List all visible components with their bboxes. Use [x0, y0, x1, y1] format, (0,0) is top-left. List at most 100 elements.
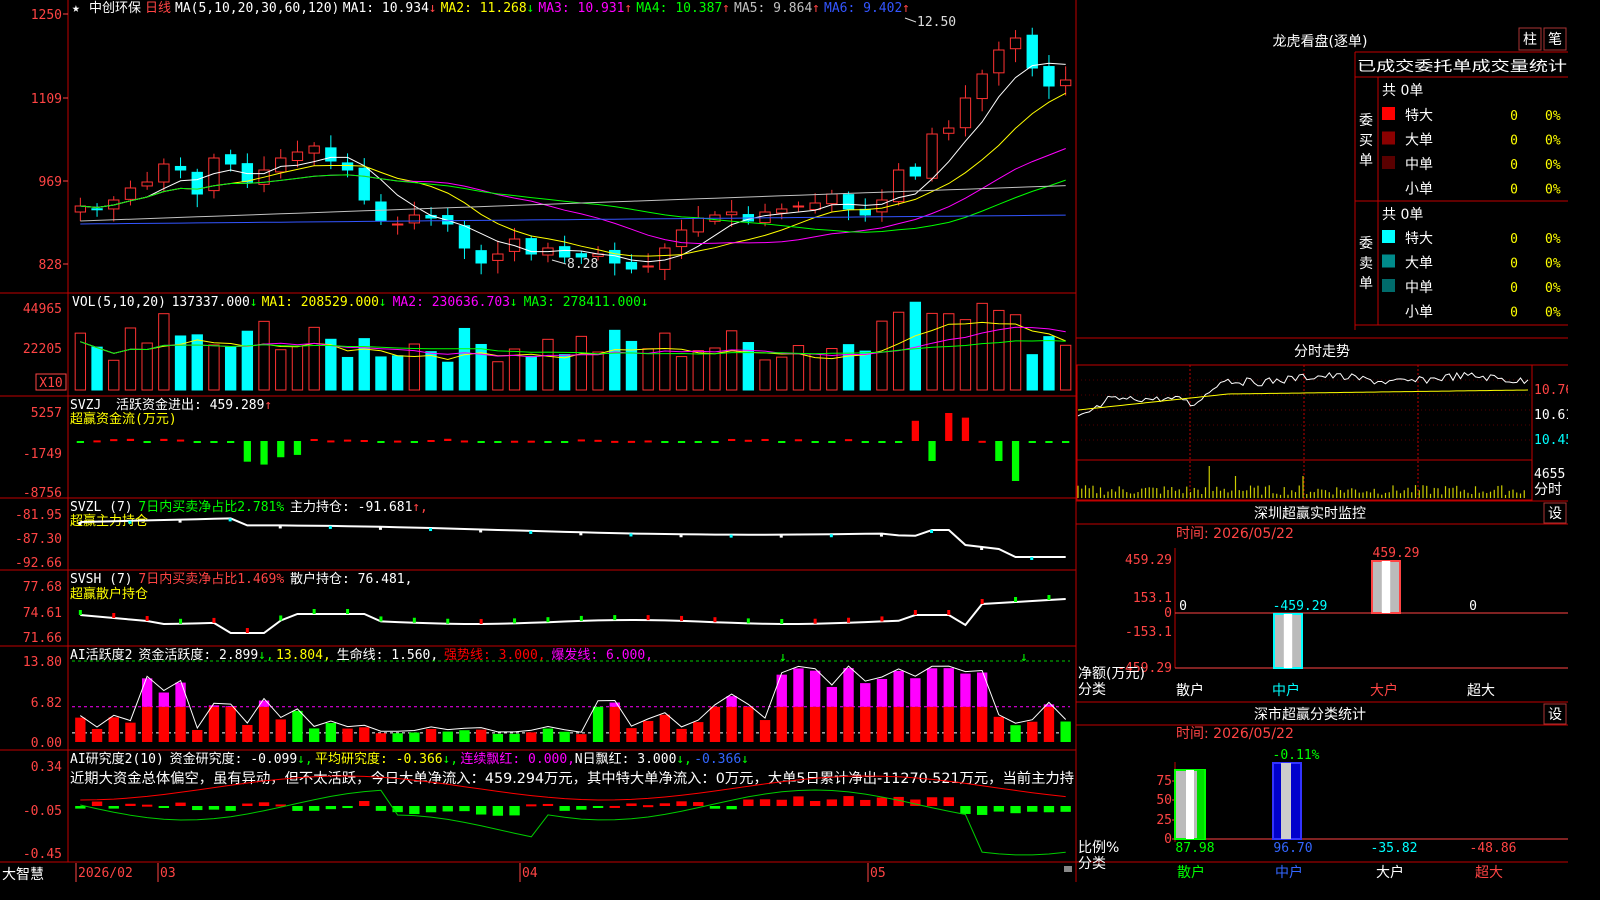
svzl-dot	[378, 526, 382, 530]
svzj-bar	[410, 441, 418, 443]
svsh-marker	[847, 617, 851, 623]
svzj-bar	[210, 441, 218, 443]
ai2-bar	[1043, 806, 1055, 813]
ai2-bar	[809, 800, 821, 806]
svzj-bar	[444, 438, 452, 441]
ai1-bar-magenta	[225, 706, 236, 707]
svsh-marker	[680, 615, 684, 621]
svzl-dot	[679, 534, 683, 538]
ai2-bar	[960, 806, 971, 814]
candle	[458, 225, 471, 249]
candle	[191, 171, 203, 195]
volume-bar	[291, 345, 304, 391]
ai2-bar	[559, 806, 570, 811]
svzj-bar	[327, 440, 335, 443]
volume-bar	[692, 350, 704, 391]
svzj-bars	[76, 413, 1070, 481]
buy-row-name: 特大	[1405, 108, 1433, 124]
chart-canvas[interactable]: 1250 1109 969 828 12.50 8.28 ★ 中创环保 日线 MA(5,10,20…	[0, 0, 1568, 882]
candle	[1009, 37, 1022, 50]
intraday-price-line	[1077, 371, 1529, 417]
candle	[291, 151, 304, 161]
volume-bar	[258, 320, 270, 391]
intraday-vol-label: 4655	[1534, 467, 1565, 482]
ai2-bar	[91, 801, 103, 806]
volume-ma-1: MA1: 208529.000	[262, 295, 379, 310]
buy-row-name: 大单	[1405, 133, 1433, 149]
class-category: 散户	[1177, 864, 1205, 881]
candle	[558, 246, 571, 258]
monitor-axis-label: -153.1	[1125, 625, 1172, 640]
svzl-dot	[278, 525, 282, 529]
ai2-bar	[292, 806, 303, 811]
svzj-bar	[527, 440, 535, 443]
ma-value-2: MA2: 11.268	[441, 1, 527, 16]
svsh-marker	[112, 613, 116, 618]
candle	[492, 253, 504, 261]
tick-mode-button-label: 笔	[1548, 32, 1562, 48]
ai2-bar	[242, 803, 253, 806]
svzl-dot	[228, 518, 232, 522]
svzl-dot	[779, 534, 783, 538]
ai2-bar	[375, 806, 387, 811]
ai2-bar	[542, 803, 554, 806]
svsh-marker	[346, 609, 350, 614]
candle	[391, 223, 404, 226]
ai2-bar	[342, 806, 353, 809]
volume-bar	[725, 330, 738, 391]
svzj-bar	[728, 438, 736, 441]
intraday-axis-label: 10.61	[1534, 408, 1568, 423]
volume-bar	[675, 356, 688, 391]
ai1-bar-magenta	[926, 668, 938, 707]
volume-bar	[191, 334, 203, 391]
ai1-bar-red	[910, 706, 921, 742]
ai1-bar-red	[976, 706, 988, 742]
svzl-axis-label: -81.95	[15, 508, 62, 523]
monitor-bar-large-highlight	[1381, 561, 1391, 613]
svzj-bar	[794, 439, 803, 442]
sell-orders-label: 卖	[1359, 256, 1373, 272]
date-label: 05	[870, 866, 886, 881]
svzj-bar	[878, 441, 886, 443]
svsh-axis-label: 74.61	[23, 606, 62, 621]
svsh-name: SVSH (7)	[70, 572, 133, 587]
ai1-bar-red	[475, 729, 487, 742]
svzj-bar	[561, 441, 569, 443]
svzj-bar	[76, 441, 84, 443]
volume-bar	[642, 348, 654, 391]
ai1-bar-red	[642, 720, 654, 742]
candle	[776, 208, 788, 214]
svsh-marker	[279, 615, 283, 621]
svzj-bar	[895, 441, 903, 443]
price-axis-label: 969	[39, 175, 62, 190]
svzj-bar	[761, 438, 769, 441]
sell-row-pct: 0%	[1545, 281, 1561, 296]
svzj-bar	[594, 439, 602, 442]
svzj-bar	[1011, 441, 1020, 481]
star-icon: ★	[72, 1, 80, 16]
sell-row-swatch	[1382, 230, 1395, 243]
svsh-marker	[579, 615, 583, 621]
svzj-bar	[160, 438, 168, 441]
ai2-bar	[1027, 806, 1038, 812]
ai2-bar	[976, 806, 988, 815]
ai1-signal-arrow: ↓	[1020, 650, 1028, 665]
ai1-bar-red	[208, 706, 220, 742]
svzj-bar	[227, 441, 235, 443]
svzj-bar	[1045, 441, 1053, 443]
svsh-marker	[646, 615, 650, 621]
monitor-category: 中户	[1272, 682, 1300, 699]
sell-row-swatch	[1382, 254, 1395, 268]
ai1-bar-green	[392, 733, 403, 742]
ai2-bar	[592, 806, 604, 808]
class-value: -35.82	[1371, 841, 1418, 856]
svzj-bar	[494, 441, 502, 443]
candle	[1043, 66, 1055, 87]
sell-row-pct: 0%	[1545, 232, 1561, 247]
ai2-bar	[726, 806, 737, 810]
buy-row-swatch	[1382, 107, 1395, 120]
ai2-arrow: ↓,	[297, 752, 313, 767]
volume-bar	[1026, 354, 1038, 391]
svzj-bar	[744, 439, 752, 442]
ai2-bar	[843, 796, 854, 806]
